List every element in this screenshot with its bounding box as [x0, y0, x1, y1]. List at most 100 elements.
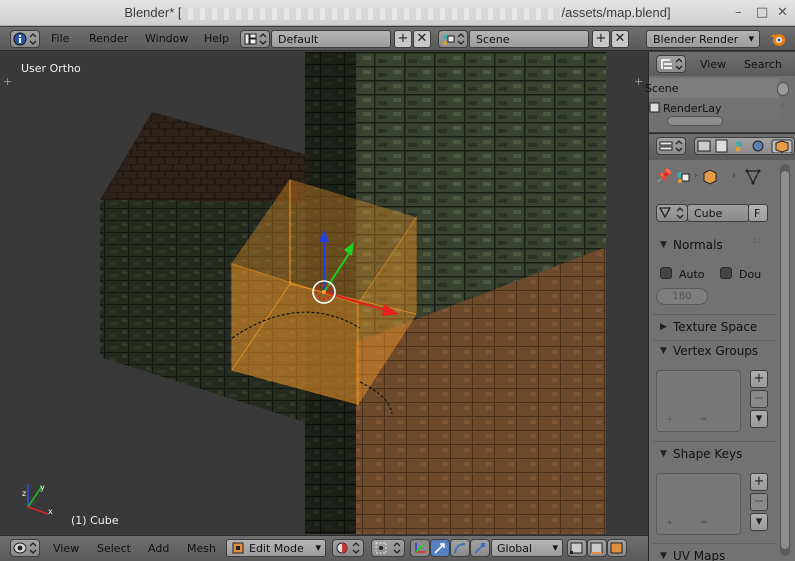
3d-viewport[interactable]: z y x + + User Ortho (1) Cube [0, 52, 648, 534]
mesh-browse-button[interactable] [656, 204, 688, 222]
outliner-row-scene[interactable]: Scene [645, 78, 779, 98]
close-button[interactable]: ✕ [777, 5, 788, 20]
outliner-menu-search[interactable]: Search [744, 58, 782, 71]
shape-keys-panel-header[interactable]: Shape Keys [673, 447, 742, 461]
view-label: User Ortho [21, 62, 81, 75]
scale-toggle-button[interactable] [470, 539, 490, 557]
scene-icon [443, 33, 465, 45]
edge-select-icon [590, 542, 603, 554]
auto-smooth-angle-value: 180 [672, 291, 692, 302]
orientation-value: Global [497, 542, 533, 555]
minimize-button[interactable]: – [735, 5, 742, 20]
title-bar: Blender* [/assets/map.blend] – □ ✕ [0, 0, 795, 26]
uv-maps-panel-header[interactable]: UV Maps [673, 549, 725, 561]
vertex-groups-panel-header[interactable]: Vertex Groups [673, 344, 758, 358]
vertex-group-specials-icon[interactable]: ▾ [750, 410, 768, 428]
auto-smooth-angle-field[interactable]: 180 [656, 288, 708, 305]
shading-select[interactable] [332, 539, 364, 557]
svg-text:z: z [22, 489, 26, 498]
list-filter-icon[interactable]: + [666, 518, 674, 528]
mode-value: Edit Mode [249, 542, 304, 555]
menu-add[interactable]: Add [148, 542, 169, 555]
menu-mesh[interactable]: Mesh [187, 542, 216, 555]
expand-triangle-icon[interactable]: ▼ [660, 449, 667, 459]
normals-panel-header[interactable]: Normals [673, 238, 723, 252]
translate-toggle-button[interactable] [430, 539, 450, 557]
scale-icon [474, 543, 485, 554]
vertex-groups-list[interactable]: + ═ [656, 370, 741, 432]
rotate-toggle-button[interactable] [450, 539, 470, 557]
info-icon [13, 32, 37, 46]
list-resize-handle-icon[interactable]: ═ [701, 415, 706, 425]
menu-file[interactable]: File [51, 32, 69, 45]
maximize-button[interactable]: □ [756, 5, 768, 20]
menu-render[interactable]: Render [89, 32, 128, 45]
breadcrumb: 📌 › › [649, 162, 795, 192]
menu-view[interactable]: View [53, 542, 79, 555]
menu-window[interactable]: Window [145, 32, 188, 45]
render-engine-value: Blender Render [653, 33, 739, 46]
solid-shading-icon [336, 542, 360, 554]
list-filter-icon[interactable]: + [666, 415, 674, 425]
render-engine-select[interactable]: Blender Render ▾ [646, 30, 760, 48]
outliner-editor-type-button[interactable] [656, 55, 686, 73]
outliner-horizontal-scrollbar[interactable] [667, 116, 723, 126]
properties-scrollbar-thumb[interactable] [780, 170, 790, 550]
scene-name-field[interactable]: Scene [469, 30, 589, 48]
shape-key-specials-icon[interactable]: ▾ [750, 513, 768, 531]
object-icon [775, 140, 789, 153]
outliner-icon [661, 58, 683, 70]
remove-shape-key-icon[interactable]: − [750, 493, 768, 511]
outliner-menu-view[interactable]: View [700, 58, 726, 71]
expand-triangle-icon[interactable]: ▼ [660, 551, 667, 561]
manipulator-icon [415, 543, 425, 553]
add-scene-icon[interactable]: + [592, 30, 610, 48]
add-shape-key-icon[interactable]: + [750, 473, 768, 491]
fake-user-button[interactable]: F [748, 204, 768, 222]
collapse-triangle-icon[interactable]: ▶ [660, 322, 667, 332]
properties-editor-type-button[interactable] [656, 137, 686, 155]
outliner-row-renderlayers[interactable]: RenderLay [649, 98, 779, 118]
double-sided-checkbox[interactable] [720, 267, 732, 279]
editor-type-button[interactable] [10, 30, 40, 48]
pin-icon[interactable]: 📌 [656, 169, 672, 184]
expand-triangle-icon[interactable]: ▼ [660, 240, 667, 250]
region-toggle-icon[interactable]: + [779, 100, 787, 111]
rotate-arc-icon [454, 543, 466, 554]
layout-browse-button[interactable] [240, 30, 270, 48]
mode-select[interactable]: Edit Mode ▾ [226, 539, 326, 557]
scene-icon [736, 141, 742, 147]
scene-render: z y x + + [0, 52, 648, 534]
layout-name-field[interactable]: Default [271, 30, 391, 48]
shape-keys-list[interactable]: + ═ [656, 473, 741, 535]
pivot-select[interactable] [371, 539, 405, 557]
menu-select[interactable]: Select [97, 542, 131, 555]
edge-select-button[interactable] [587, 539, 607, 557]
texture-space-panel-header[interactable]: Texture Space [673, 320, 757, 334]
translate-arrow-icon [434, 543, 445, 554]
vertex-select-button[interactable] [567, 539, 587, 557]
drag-handle-icon[interactable]: ∷ [754, 236, 760, 247]
outliner-vertical-scrollbar[interactable] [777, 82, 789, 96]
expand-triangle-icon[interactable]: ▼ [660, 346, 667, 356]
render-layers-icon [715, 139, 728, 153]
remove-vertex-group-icon[interactable]: − [750, 390, 768, 408]
layout-icon [244, 33, 267, 45]
svg-text:y: y [40, 483, 45, 492]
face-select-button[interactable] [607, 539, 627, 557]
remove-scene-icon[interactable]: ✕ [611, 30, 629, 48]
window-title: Blender* [/assets/map.blend] [0, 5, 795, 20]
breadcrumb-separator-icon: › [694, 171, 698, 181]
remove-layout-icon[interactable]: ✕ [413, 30, 431, 48]
scene-browse-button[interactable] [438, 30, 468, 48]
add-vertex-group-icon[interactable]: + [750, 370, 768, 388]
list-resize-handle-icon[interactable]: ═ [701, 518, 706, 528]
orientation-select[interactable]: Global ▾ [491, 539, 563, 557]
add-layout-icon[interactable]: + [394, 30, 412, 48]
auto-smooth-checkbox[interactable] [660, 267, 672, 279]
mesh-name-field[interactable]: Cube [687, 204, 749, 222]
menu-help[interactable]: Help [204, 32, 229, 45]
manipulator-toggle-button[interactable] [410, 539, 430, 557]
properties-header [649, 134, 795, 160]
editor-type-3d-button[interactable] [10, 539, 40, 557]
